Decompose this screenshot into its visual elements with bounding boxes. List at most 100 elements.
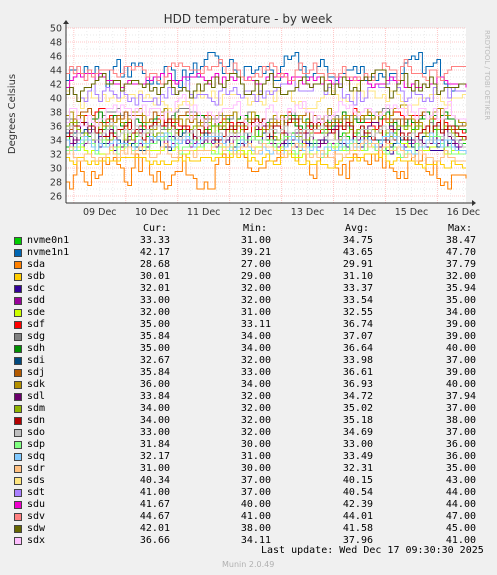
legend-name: sdk <box>27 379 46 390</box>
legend-max: 38.00 <box>445 415 476 426</box>
legend-row-sdm: sdm 34.00 32.00 35.02 37.00 <box>0 403 497 415</box>
legend-avg: 41.58 <box>342 523 373 534</box>
legend-max: 40.00 <box>445 343 476 354</box>
legend-name: sds <box>27 475 46 486</box>
legend-name: sda <box>27 259 46 270</box>
legend-row-sdu: sdu 41.67 40.00 42.39 44.00 <box>0 499 497 511</box>
legend-row-sdh: sdh 35.00 34.00 36.64 40.00 <box>0 343 497 355</box>
legend-swatch <box>14 381 22 389</box>
legend-min: 31.00 <box>240 451 271 462</box>
legend-name: nvme1n1 <box>27 247 70 258</box>
legend-avg: 29.91 <box>342 259 373 270</box>
x-tick-label: 11 Dec <box>187 207 221 218</box>
legend-avg: 33.49 <box>342 451 373 462</box>
legend-max: 34.00 <box>445 307 476 318</box>
legend-row-sdt: sdt 41.00 37.00 40.54 44.00 <box>0 487 497 499</box>
legend-max: 40.00 <box>445 379 476 390</box>
legend-swatch <box>14 441 22 449</box>
y-tick-labels: 26 28 30 32 34 36 38 40 42 44 46 48 50 <box>50 24 62 203</box>
legend-name: sdv <box>27 511 46 522</box>
legend-min: 32.00 <box>240 295 271 306</box>
legend-swatch <box>14 417 22 425</box>
legend-max: 35.00 <box>445 295 476 306</box>
legend-cur: 42.17 <box>139 247 170 258</box>
legend-max: 39.00 <box>445 331 476 342</box>
legend-max: 37.79 <box>445 259 476 270</box>
legend-row-sdf: sdf 35.00 33.11 36.74 39.00 <box>0 319 497 331</box>
legend-name: sdg <box>27 331 46 342</box>
legend-swatch <box>14 369 22 377</box>
legend-name: sdn <box>27 415 46 426</box>
legend-row-sda: sda 28.68 27.00 29.91 37.79 <box>0 259 497 271</box>
legend-max: 47.00 <box>445 511 476 522</box>
y-tick-label: 30 <box>50 164 62 175</box>
legend-name: sdj <box>27 367 46 378</box>
legend-name: sdp <box>27 439 46 450</box>
y-tick-label: 28 <box>50 178 62 189</box>
y-tick-label: 26 <box>50 192 62 203</box>
legend-row-sdi: sdi 32.67 32.00 33.98 37.00 <box>0 355 497 367</box>
legend-min: 32.00 <box>240 283 271 294</box>
legend-avg: 40.54 <box>342 487 373 498</box>
legend-max: 37.94 <box>445 391 476 402</box>
legend-row-sdl: sdl 33.84 32.00 34.72 37.94 <box>0 391 497 403</box>
legend-cur: 41.67 <box>139 499 170 510</box>
x-tick-label: 15 Dec <box>395 207 429 218</box>
legend-max: 37.00 <box>445 403 476 414</box>
legend-avg: 31.10 <box>342 271 373 282</box>
legend-name: sdr <box>27 463 46 474</box>
legend-avg: 33.98 <box>342 355 373 366</box>
legend-avg: 35.18 <box>342 415 373 426</box>
legend-max: 35.00 <box>445 463 476 474</box>
legend-name: sde <box>27 307 46 318</box>
x-tick-label: 12 Dec <box>239 207 273 218</box>
legend-min: 33.00 <box>240 367 271 378</box>
legend-swatch <box>14 357 22 365</box>
legend-avg: 40.15 <box>342 475 373 486</box>
legend-name: sdh <box>27 343 46 354</box>
legend-row-sdv: sdv 44.67 41.00 44.01 47.00 <box>0 511 497 523</box>
x-tick-label: 14 Dec <box>343 207 377 218</box>
legend-avg: 33.54 <box>342 295 373 306</box>
y-tick-label: 32 <box>50 150 62 161</box>
legend-name: sdf <box>27 319 46 330</box>
legend-cur: 44.67 <box>139 511 170 522</box>
legend-cur: 32.17 <box>139 451 170 462</box>
legend-avg: 34.75 <box>342 235 373 246</box>
legend-row-sdp: sdp 31.84 30.00 33.00 36.00 <box>0 439 497 451</box>
legend-swatch <box>14 321 22 329</box>
legend-cur: 33.00 <box>139 295 170 306</box>
legend-avg: 33.00 <box>342 439 373 450</box>
legend-min: 34.00 <box>240 331 271 342</box>
legend-cur: 33.84 <box>139 391 170 402</box>
y-tick-label: 46 <box>50 52 62 63</box>
legend-max: 36.00 <box>445 451 476 462</box>
legend-cur: 32.00 <box>139 307 170 318</box>
legend-row-sde: sde 32.00 31.00 32.55 34.00 <box>0 307 497 319</box>
legend-avg: 35.02 <box>342 403 373 414</box>
legend-cur: 35.00 <box>139 319 170 330</box>
legend-avg: 33.37 <box>342 283 373 294</box>
legend-swatch <box>14 297 22 305</box>
legend-swatch <box>14 513 22 521</box>
last-update: Last update: Wed Dec 17 09:30:30 2025 <box>261 545 484 556</box>
legend-name: sdm <box>27 403 46 414</box>
legend-name: sdl <box>27 391 46 402</box>
legend-cur: 35.00 <box>139 343 170 354</box>
legend-avg: 43.65 <box>342 247 373 258</box>
legend-max: 39.00 <box>445 367 476 378</box>
y-axis-arrow <box>63 20 69 24</box>
y-tick-label: 50 <box>50 24 62 35</box>
legend-swatch <box>14 393 22 401</box>
legend-avg: 44.01 <box>342 511 373 522</box>
legend-cur: 40.34 <box>139 475 170 486</box>
legend-cur: 34.00 <box>139 403 170 414</box>
legend-min: 32.00 <box>240 427 271 438</box>
legend-min: 30.00 <box>240 463 271 474</box>
legend-cur: 33.00 <box>139 427 170 438</box>
legend-swatch <box>14 249 22 257</box>
legend-min: 32.00 <box>240 355 271 366</box>
legend-avg: 36.74 <box>342 319 373 330</box>
legend-max: 44.00 <box>445 487 476 498</box>
legend-min: 34.00 <box>240 343 271 354</box>
